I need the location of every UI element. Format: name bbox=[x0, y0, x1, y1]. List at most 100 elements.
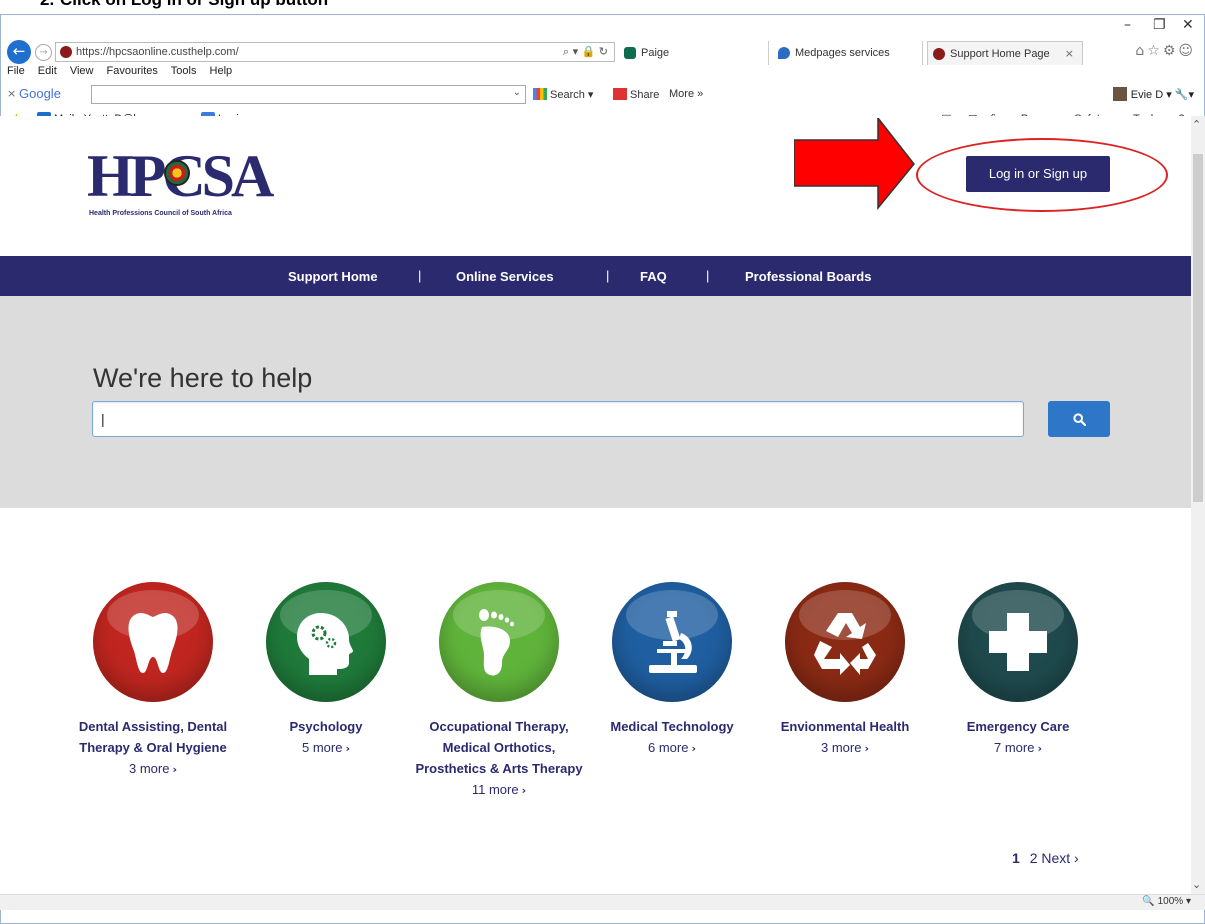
category-medical-technology[interactable]: Medical Technology 6 more › bbox=[587, 582, 757, 759]
avatar bbox=[1112, 87, 1127, 101]
scroll-down-icon[interactable]: ⌄ bbox=[1192, 878, 1201, 891]
zoom-control[interactable]: 🔍 100% ▾ bbox=[1142, 896, 1191, 907]
category-icon-circle bbox=[266, 582, 386, 702]
menu-view[interactable]: View bbox=[70, 65, 94, 77]
back-button[interactable]: ← bbox=[7, 40, 31, 64]
search-label: Search bbox=[550, 89, 585, 101]
category-title[interactable]: Psychology bbox=[241, 716, 411, 737]
zoom-level: 100% bbox=[1157, 896, 1184, 907]
category-occupational-therapy[interactable]: Occupational Therapy, Medical Orthotics,… bbox=[414, 582, 584, 801]
nav-online-services[interactable]: Online Services bbox=[456, 269, 554, 284]
pin-icon bbox=[778, 47, 790, 59]
scroll-up-icon[interactable]: ⌃ bbox=[1192, 118, 1201, 131]
category-title[interactable]: Envionmental Health bbox=[760, 716, 930, 737]
menu-tools[interactable]: Tools bbox=[171, 65, 197, 77]
logo-tagline: Health Professions Council of South Afri… bbox=[89, 210, 232, 217]
head-gears-icon bbox=[297, 613, 353, 675]
chevron-right-icon: › bbox=[1037, 742, 1042, 755]
search-button[interactable] bbox=[1048, 401, 1110, 437]
status-bar: 🔍 100% ▾ bbox=[0, 894, 1205, 910]
caption-text: Click on Log in or Sign up button bbox=[60, 0, 328, 10]
scrollbar-thumb[interactable] bbox=[1193, 154, 1203, 502]
vertical-scrollbar[interactable]: ⌃ ⌄ bbox=[1191, 116, 1205, 894]
category-emergency-care[interactable]: Emergency Care 7 more › bbox=[933, 582, 1103, 759]
hero-title: We're here to help bbox=[93, 363, 313, 393]
menu-file[interactable]: File bbox=[7, 65, 25, 77]
highlight-ellipse-annotation bbox=[916, 138, 1168, 212]
chevron-right-icon: › bbox=[521, 784, 527, 797]
chevron-right-icon: › bbox=[172, 763, 177, 776]
nav-faq[interactable]: FAQ bbox=[640, 269, 667, 284]
google-user[interactable]: Evie D ▾ 🔧▾ bbox=[1112, 87, 1194, 101]
chevron-down-icon[interactable]: ⌄ bbox=[513, 87, 521, 98]
caption-number: 2. bbox=[40, 0, 54, 10]
site-header: HPCSA Health Professions Council of Sout… bbox=[0, 116, 1191, 256]
recycle-icon bbox=[814, 613, 876, 675]
tab-medpages[interactable]: Medpages services bbox=[773, 41, 923, 65]
category-title[interactable]: Occupational Therapy, Medical Orthotics,… bbox=[414, 716, 584, 779]
menu-help[interactable]: Help bbox=[210, 65, 233, 77]
chevron-right-icon: › bbox=[691, 742, 696, 755]
category-more-link[interactable]: 7 more › bbox=[933, 737, 1103, 759]
menu-bar: File Edit View Favourites Tools Help bbox=[1, 65, 1204, 83]
nav-separator: | bbox=[606, 268, 610, 283]
footprint-icon bbox=[479, 609, 514, 676]
category-icon-circle bbox=[612, 582, 732, 702]
pagination: 1 2 Next › bbox=[1012, 850, 1079, 866]
hpcsa-logo[interactable]: HPCSA Health Professions Council of Sout… bbox=[87, 146, 287, 218]
tooth-icon bbox=[128, 612, 178, 673]
cross-icon bbox=[989, 613, 1047, 671]
category-more-link[interactable]: 11 more › bbox=[414, 779, 584, 801]
google-search-button[interactable]: Search ▾ bbox=[533, 88, 593, 101]
nav-separator: | bbox=[418, 268, 422, 283]
forward-button[interactable]: → bbox=[35, 44, 52, 61]
category-more-link[interactable]: 3 more › bbox=[760, 737, 930, 759]
microscope-icon bbox=[649, 611, 697, 673]
category-psychology[interactable]: Psychology 5 more › bbox=[241, 582, 411, 759]
category-more-link[interactable]: 6 more › bbox=[587, 737, 757, 759]
category-grid: Dental Assisting, Dental Therapy & Oral … bbox=[0, 508, 1191, 894]
category-title[interactable]: Emergency Care bbox=[933, 716, 1103, 737]
category-icon-circle bbox=[958, 582, 1078, 702]
minimize-icon[interactable]: – bbox=[1124, 17, 1131, 33]
category-more-link[interactable]: 3 more › bbox=[68, 758, 238, 780]
restore-icon[interactable]: ❐ bbox=[1153, 17, 1166, 33]
close-window-icon[interactable]: ✕ bbox=[1182, 17, 1194, 33]
nav-support-home[interactable]: Support Home bbox=[288, 269, 378, 284]
search-hero: We're here to help | bbox=[0, 296, 1191, 508]
category-title[interactable]: Dental Assisting, Dental Therapy & Oral … bbox=[68, 716, 238, 758]
address-bar[interactable]: https://hpcsaonline.custhelp.com/ ⌕ ▾ 🔒 … bbox=[55, 42, 615, 62]
category-icon-circle bbox=[785, 582, 905, 702]
toolbar-icons[interactable]: ⌂☆⚙☺ bbox=[1135, 43, 1196, 59]
category-icon-circle bbox=[93, 582, 213, 702]
google-more-button[interactable]: More » bbox=[669, 88, 703, 100]
google-share-button[interactable]: Share bbox=[613, 88, 659, 101]
search-input[interactable]: | bbox=[92, 401, 1024, 437]
close-toolbar-icon[interactable]: × bbox=[7, 87, 16, 100]
search-icon bbox=[1073, 413, 1086, 426]
page-link[interactable]: 2 bbox=[1030, 850, 1038, 866]
category-more-link[interactable]: 5 more › bbox=[241, 737, 411, 759]
address-tools-icon[interactable]: ⌕ ▾ 🔒 ↻ bbox=[563, 43, 608, 61]
tab-support-home[interactable]: Support Home Page × bbox=[927, 41, 1083, 65]
google-logo: Google bbox=[19, 86, 61, 101]
google-toolbar: × Google ⌄ Search ▾ Share More » Evie D … bbox=[1, 83, 1204, 107]
close-tab-icon[interactable]: × bbox=[1065, 42, 1074, 66]
page-viewport: HPCSA Health Professions Council of Sout… bbox=[0, 116, 1191, 894]
share-icon bbox=[613, 88, 627, 100]
address-url: https://hpcsaonline.custhelp.com/ bbox=[76, 46, 239, 58]
tab-paige[interactable]: Paige bbox=[619, 41, 769, 65]
tab-label: Paige bbox=[641, 47, 670, 59]
category-icon-circle bbox=[439, 582, 559, 702]
nav-professional-boards[interactable]: Professional Boards bbox=[745, 269, 871, 284]
menu-favourites[interactable]: Favourites bbox=[107, 65, 158, 77]
chevron-right-icon: › bbox=[864, 742, 869, 755]
menu-edit[interactable]: Edit bbox=[38, 65, 57, 77]
category-dental[interactable]: Dental Assisting, Dental Therapy & Oral … bbox=[68, 582, 238, 780]
category-title[interactable]: Medical Technology bbox=[587, 716, 757, 737]
tab-label: Support Home Page bbox=[950, 48, 1050, 60]
site-favicon-icon bbox=[60, 46, 72, 58]
next-page-link[interactable]: Next › bbox=[1041, 850, 1078, 866]
category-environmental-health[interactable]: Envionmental Health 3 more › bbox=[760, 582, 930, 759]
google-search-input[interactable]: ⌄ bbox=[91, 85, 526, 104]
